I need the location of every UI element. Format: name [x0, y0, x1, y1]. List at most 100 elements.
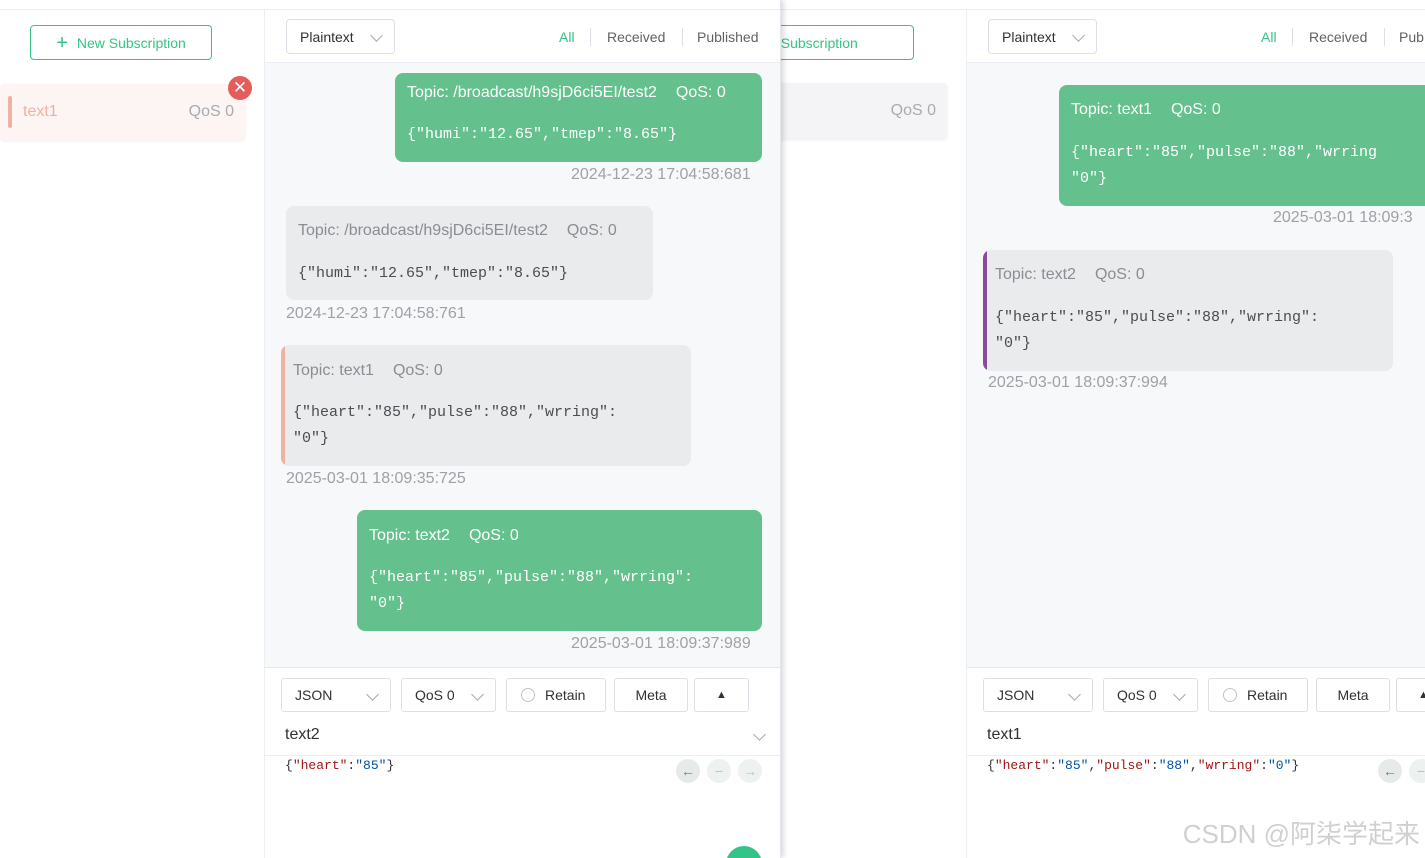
- payload-token: :: [1260, 758, 1268, 773]
- new-subscription-button[interactable]: + New Subscription: [30, 25, 212, 60]
- messages-panel: Plaintext All Received Published Topic: …: [265, 10, 780, 667]
- chevron-down-icon: [366, 688, 379, 701]
- message-bubble-received[interactable]: Topic: /broadcast/h9sjD6ci5EI/test2 QoS: …: [286, 206, 653, 300]
- topic-color-bar: [281, 345, 285, 466]
- payload-token: "pulse": [1096, 758, 1151, 773]
- message-timestamp: 2025-03-01 18:09:37:994: [988, 374, 1168, 391]
- message-meta: Topic: /broadcast/h9sjD6ci5EI/test2 QoS: …: [298, 222, 617, 239]
- clear-icon[interactable]: −: [1409, 759, 1425, 783]
- payload-editor[interactable]: {"heart":"85","pulse":"88","wrring":"0"}: [987, 758, 1299, 773]
- message-meta: Topic: /broadcast/h9sjD6ci5EI/test2 QoS: …: [407, 84, 726, 101]
- new-subscription-label: New Subscription: [76, 34, 186, 51]
- radio-icon: [521, 688, 535, 702]
- payload-token: "heart": [994, 758, 1050, 773]
- caret-up-icon: ▲: [1418, 689, 1425, 701]
- payload-format-select[interactable]: Plaintext: [988, 19, 1097, 54]
- payload-token: "heart": [292, 758, 348, 773]
- payload-token: {: [285, 758, 293, 773]
- payload-token: "85": [1057, 758, 1089, 773]
- message-meta: Topic: text2 QoS: 0: [369, 527, 519, 544]
- filter-received[interactable]: Received: [1309, 29, 1367, 45]
- message-timestamp: 2025-03-01 18:09:3: [1273, 209, 1413, 226]
- payload-token: }: [1291, 758, 1300, 773]
- message-payload: {"humi":"12.65","tmep":"8.65"}: [298, 265, 569, 282]
- send-button[interactable]: [726, 846, 762, 858]
- previous-message-icon[interactable]: ←: [1378, 759, 1402, 783]
- message-composer: JSON QoS 0 Retain Meta ▲ text2 {"heart":…: [265, 667, 780, 858]
- expand-button[interactable]: ▲: [1396, 678, 1425, 712]
- message-meta: Topic: text1 QoS: 0: [1071, 101, 1221, 118]
- payload-type-select[interactable]: JSON: [983, 678, 1093, 712]
- retain-checkbox[interactable]: Retain: [1208, 678, 1308, 712]
- subscription-qos: QoS 0: [890, 102, 936, 119]
- message-bubble-published[interactable]: Topic: /broadcast/h9sjD6ci5EI/test2 QoS: …: [395, 73, 762, 162]
- payload-token: }: [386, 758, 395, 773]
- radio-icon: [1223, 688, 1237, 702]
- divider: [1292, 28, 1293, 46]
- payload-token: "0": [1267, 758, 1292, 773]
- message-timestamp: 2025-03-01 18:09:37:989: [571, 635, 751, 652]
- divider: [967, 755, 1425, 756]
- message-bubble-received[interactable]: Topic: text1 QoS: 0 {"heart":"85","pulse"…: [281, 345, 691, 466]
- filter-published[interactable]: Published: [697, 29, 759, 45]
- filter-all[interactable]: All: [559, 29, 575, 45]
- message-payload: {"humi":"12.65","tmep":"8.65"}: [407, 126, 678, 143]
- message-timestamp: 2024-12-23 17:04:58:761: [286, 305, 466, 322]
- payload-token: ,: [1189, 758, 1198, 773]
- topic-color-bar: [8, 96, 12, 128]
- clear-icon[interactable]: −: [707, 759, 731, 783]
- payload-token: "88": [1158, 758, 1190, 773]
- mqtt-client-window-a: + New Subscription text1 QoS 0 ✕ Plainte…: [0, 0, 781, 858]
- meta-button[interactable]: Meta: [614, 678, 688, 712]
- qos-select[interactable]: QoS 0: [401, 678, 496, 712]
- payload-token: :: [1150, 758, 1159, 773]
- chevron-down-icon: [1068, 688, 1081, 701]
- message-timestamp: 2025-03-01 18:09:35:725: [286, 470, 466, 487]
- chevron-down-icon[interactable]: [753, 728, 766, 741]
- divider: [1384, 28, 1385, 46]
- message-timestamp: 2024-12-23 17:04:58:681: [571, 166, 751, 183]
- subscriptions-panel: + New Subscription text1 QoS 0 ✕: [0, 10, 265, 858]
- message-bubble-received[interactable]: Topic: text2 QoS: 0 {"heart":"85","pulse"…: [983, 250, 1393, 371]
- payload-editor[interactable]: {"heart":"85"}: [285, 758, 394, 773]
- meta-button[interactable]: Meta: [1316, 678, 1390, 712]
- message-meta: Topic: text2 QoS: 0: [995, 266, 1145, 283]
- plus-icon: +: [56, 31, 68, 54]
- message-payload: {"heart":"85","pulse":"88","wrring": "0"…: [369, 569, 694, 612]
- message-meta: Topic: text1 QoS: 0: [293, 362, 443, 379]
- expand-button[interactable]: ▲: [694, 678, 749, 712]
- topic-input[interactable]: text2: [285, 726, 320, 744]
- caret-up-icon: ▲: [716, 689, 727, 701]
- mqtt-client-window-b: + New Subscription QoS 0 Plaintext All R…: [702, 0, 1425, 858]
- divider: [590, 28, 591, 46]
- qos-select[interactable]: QoS 0: [1103, 678, 1198, 712]
- topic-input[interactable]: text1: [987, 726, 1022, 744]
- message-bubble-published[interactable]: Topic: text2 QoS: 0 {"heart":"85","pulse"…: [357, 510, 762, 631]
- title-strip: [0, 0, 780, 10]
- divider: [682, 28, 683, 46]
- previous-message-icon[interactable]: ←: [676, 759, 700, 783]
- message-bubble-published[interactable]: Topic: text1 QoS: 0 {"heart":"85","pulse"…: [1059, 85, 1425, 206]
- filter-all[interactable]: All: [1261, 29, 1277, 45]
- messages-panel: Plaintext All Received Pub Topic: text1 Q…: [967, 10, 1425, 667]
- messages-header: Plaintext All Received Pub: [967, 10, 1425, 63]
- payload-token: "85": [355, 758, 387, 773]
- divider: [265, 755, 780, 756]
- next-message-icon[interactable]: →: [738, 759, 762, 783]
- message-payload: {"heart":"85","pulse":"88","wrring": "0"…: [293, 404, 618, 447]
- filter-received[interactable]: Received: [607, 29, 665, 45]
- retain-checkbox[interactable]: Retain: [506, 678, 606, 712]
- watermark: CSDN @阿柒学起来: [1182, 819, 1420, 849]
- message-payload: {"heart":"85","pulse":"88","wrring "0"}: [1071, 144, 1378, 187]
- subscription-qos: QoS 0: [188, 103, 234, 120]
- payload-token: {: [987, 758, 995, 773]
- chevron-down-icon: [471, 688, 484, 701]
- close-icon[interactable]: ✕: [228, 76, 252, 100]
- subscription-item-text1[interactable]: text1 QoS 0: [0, 84, 245, 140]
- payload-type-select[interactable]: JSON: [281, 678, 391, 712]
- filter-published[interactable]: Pub: [1399, 29, 1424, 45]
- payload-format-select[interactable]: Plaintext: [286, 19, 395, 54]
- message-payload: {"heart":"85","pulse":"88","wrring": "0"…: [995, 309, 1320, 352]
- chevron-down-icon: [1173, 688, 1186, 701]
- title-strip: [702, 0, 1425, 10]
